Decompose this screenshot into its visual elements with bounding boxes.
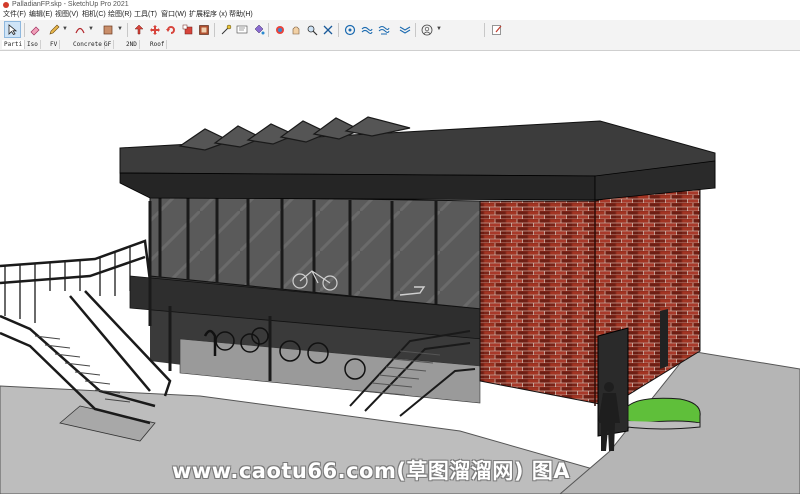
- menu-tools[interactable]: 工具(T): [134, 10, 157, 20]
- arc-icon[interactable]: [72, 22, 87, 37]
- scale-icon[interactable]: [180, 22, 195, 37]
- paint-bucket-icon[interactable]: [251, 22, 266, 37]
- tape-measure-icon[interactable]: [218, 22, 233, 37]
- chevron-down-icon[interactable]: ▼: [62, 22, 68, 37]
- scene-tab-parti[interactable]: Parti: [2, 40, 26, 49]
- menu-extensions[interactable]: 扩展程序 (x): [189, 10, 227, 20]
- menu-edit[interactable]: 编辑(E): [29, 10, 52, 20]
- railing-balusters: [4, 247, 131, 323]
- menu-help[interactable]: 帮助(H): [229, 10, 253, 20]
- toolbar-separator: [127, 23, 128, 37]
- menu-file[interactable]: 文件(F): [3, 10, 26, 20]
- push-pull-icon[interactable]: [131, 22, 146, 37]
- toolbar-separator: [415, 23, 416, 37]
- pan-icon[interactable]: [288, 22, 303, 37]
- scene-tab-roof[interactable]: Roof: [148, 40, 168, 49]
- offset-icon[interactable]: [196, 22, 211, 37]
- toolbar-separator: [268, 23, 269, 37]
- zoom-extents-icon[interactable]: [320, 22, 335, 37]
- menu-draw[interactable]: 绘图(R): [108, 10, 132, 20]
- menu-bar: 文件(F) 编辑(E) 视图(V) 相机(C) 绘图(R) 工具(T) 窗口(W…: [0, 10, 800, 20]
- toolbar-separator: [24, 23, 25, 37]
- menu-camera[interactable]: 相机(C): [82, 10, 106, 20]
- model-viewport[interactable]: [0, 51, 800, 494]
- green-planter: [627, 397, 701, 430]
- move-icon[interactable]: [147, 22, 162, 37]
- building-model-drawing: [0, 116, 800, 494]
- toolbar-separator: [338, 23, 339, 37]
- warehouse-icon[interactable]: [342, 22, 357, 37]
- orbit-icon[interactable]: [272, 22, 287, 37]
- scene-tabs-bar: Parti Iso FV Concrete GF 2ND Roof: [0, 40, 800, 51]
- pencil-icon[interactable]: [46, 22, 61, 37]
- style-icon[interactable]: [489, 22, 504, 37]
- chevron-down-icon[interactable]: ▼: [117, 22, 123, 37]
- eraser-icon[interactable]: [27, 22, 42, 37]
- watermark-text: www.caotu66.com(草图溜溜网) 图A: [172, 459, 571, 483]
- account-icon[interactable]: [419, 22, 434, 37]
- toolbar-separator: [214, 23, 215, 37]
- chevron-down-icon[interactable]: ▼: [436, 22, 442, 37]
- menu-view[interactable]: 视图(V): [55, 10, 78, 20]
- zoom-icon[interactable]: [304, 22, 319, 37]
- toolbar-separator: [484, 23, 485, 37]
- tower-slot-window: [660, 309, 668, 369]
- extension-warehouse-icon[interactable]: [359, 22, 374, 37]
- main-toolbar: ▼ ▼ ▼ ▼: [0, 20, 800, 41]
- scene-tab-fv[interactable]: FV: [48, 40, 61, 49]
- select-icon[interactable]: [4, 21, 21, 38]
- chevron-down-icon[interactable]: ▼: [88, 22, 94, 37]
- window-title: PalladianFP.skp - SketchUp Pro 2021: [12, 1, 129, 8]
- scene-tab-concrete[interactable]: Concrete: [71, 40, 105, 49]
- window-titlebar: PalladianFP.skp - SketchUp Pro 2021: [0, 0, 800, 10]
- sketchup-logo-icon: [3, 2, 9, 8]
- scene-tab-2nd[interactable]: 2ND: [124, 40, 140, 49]
- scene-tab-gf[interactable]: GF: [102, 40, 115, 49]
- rotate-icon[interactable]: [163, 22, 178, 37]
- menu-window[interactable]: 窗口(W): [161, 10, 186, 20]
- text-icon[interactable]: [234, 22, 249, 37]
- scene-tab-iso[interactable]: Iso: [25, 40, 41, 49]
- send-to-layout-icon[interactable]: [376, 22, 391, 37]
- brick-stair-tower: [479, 175, 701, 407]
- rectangle-icon[interactable]: [100, 22, 115, 37]
- extension-manager-icon[interactable]: [397, 22, 412, 37]
- roof-fascia: [119, 172, 596, 201]
